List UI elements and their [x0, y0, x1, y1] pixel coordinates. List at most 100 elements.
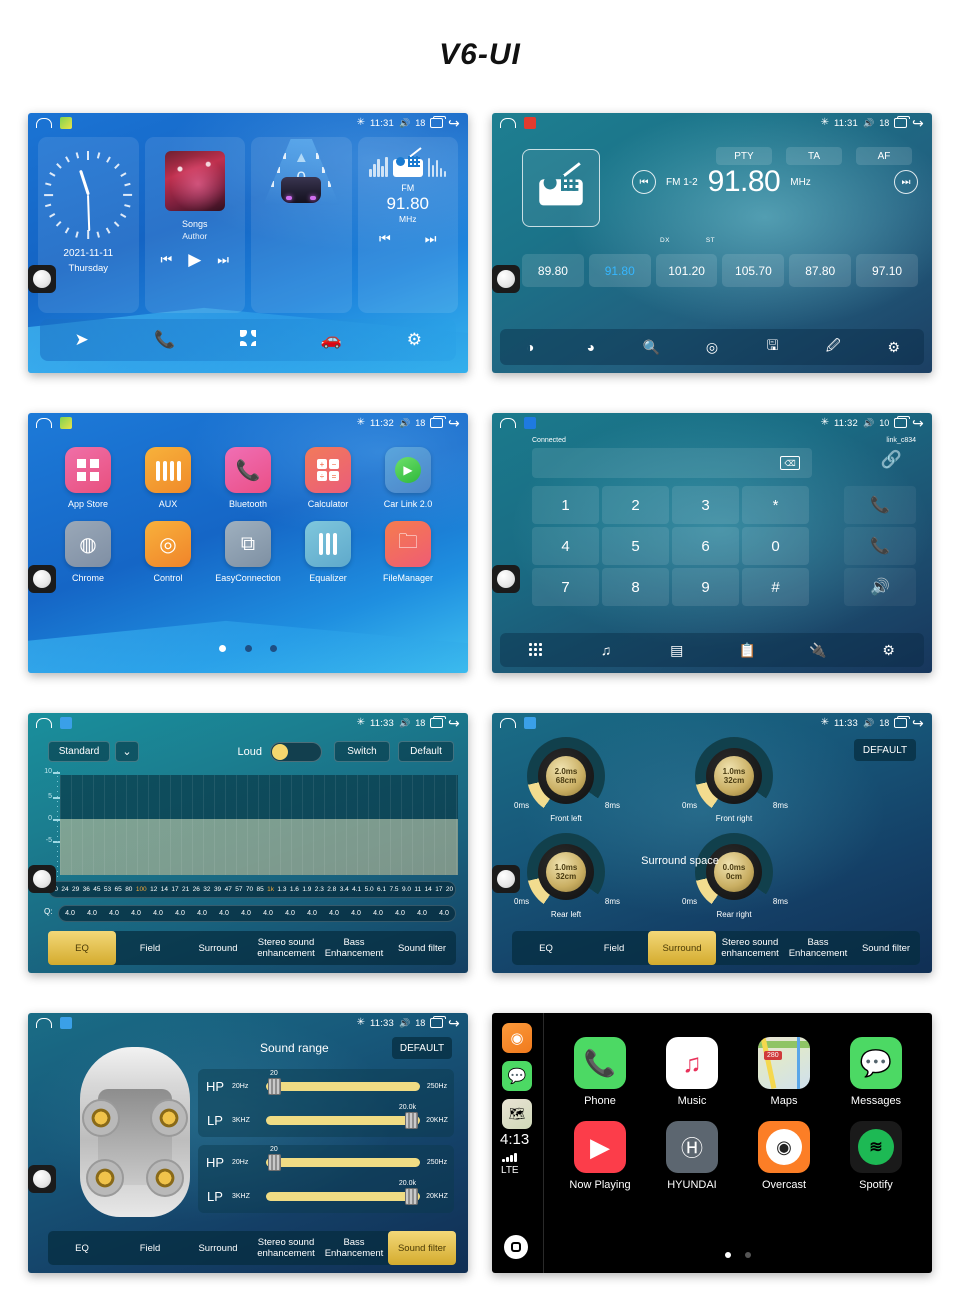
page-dot[interactable] [219, 645, 227, 652]
recents-icon[interactable] [430, 115, 447, 128]
tab-surround[interactable]: Surround [648, 931, 716, 965]
preset-select[interactable]: Standard [48, 741, 110, 762]
home-icon[interactable] [500, 418, 516, 428]
app-chrome[interactable]: ◍ Chrome [48, 521, 128, 583]
tab-eq[interactable]: EQ [512, 943, 580, 954]
settings-icon[interactable]: ⚙ [863, 339, 924, 356]
tab-sound-filter[interactable]: Sound filter [388, 1231, 456, 1265]
dock-settings-icon[interactable]: ⚙ [373, 330, 456, 350]
home-icon[interactable] [36, 1018, 52, 1028]
af-button[interactable]: AF [856, 147, 912, 165]
hardware-knob[interactable] [28, 1165, 56, 1193]
st-label[interactable]: ST [706, 237, 715, 244]
tab-field[interactable]: Field [116, 943, 184, 954]
carplay-app-messages[interactable]: 💬 Messages [830, 1037, 922, 1107]
key-9[interactable]: 9 [672, 568, 739, 606]
preset-6[interactable]: 97.10 [856, 254, 918, 287]
tab-eq[interactable]: EQ [48, 1243, 116, 1254]
home-icon[interactable] [36, 418, 52, 428]
key-4[interactable]: 4 [532, 527, 599, 565]
tab-bass-enhancement[interactable]: Bass Enhancement [320, 937, 388, 959]
recents-icon[interactable] [430, 715, 447, 728]
edit-icon[interactable]: 🖉 [803, 335, 864, 359]
app-badge-icon[interactable] [60, 417, 72, 429]
tab-stereo-sound-enhancement[interactable]: Stereo sound enhancement [252, 937, 320, 959]
hardware-knob[interactable] [492, 265, 520, 293]
key-8[interactable]: 8 [602, 568, 669, 606]
q-value-bar[interactable]: 4.0 4.0 4.0 4.0 4.0 4.0 4.0 4.0 4.0 4.0 … [58, 905, 456, 922]
hardware-knob[interactable] [28, 865, 56, 893]
hardware-knob[interactable] [28, 565, 56, 593]
back-icon[interactable]: ↩ [448, 415, 460, 431]
filter-slider[interactable]: 20.0k [266, 1180, 420, 1205]
filter-row-hp-front[interactable]: HP 20Hz 20 250Hz [198, 1069, 454, 1103]
screen-bluetooth[interactable]: ✳ 11:32 🔊 10 ↩ Connected link_c834 ⌫ 🔗 1… [492, 413, 932, 673]
play-icon[interactable]: ▶ [188, 250, 201, 270]
frequency-band-bar[interactable]: 20 24 29 36 45 53 65 80 100 12 14 17 21 … [48, 881, 456, 898]
slider-handle[interactable] [405, 1187, 418, 1205]
dx-label[interactable]: DX [660, 237, 670, 244]
back-icon[interactable]: ↩ [448, 115, 460, 131]
tab-bass-enhancement[interactable]: Bass Enhancement [784, 937, 852, 959]
next-track-icon[interactable]: ⏭ [217, 252, 229, 268]
filter-row-lp-front[interactable]: LP 3KHZ 20.0k 20KHZ [198, 1103, 454, 1137]
filter-row-hp-rear[interactable]: HP 20Hz 20 250Hz [198, 1145, 454, 1179]
equalizer-app-badge-icon[interactable] [524, 717, 536, 729]
recents-icon[interactable] [430, 415, 447, 428]
app-car-link[interactable]: ▶ Car Link 2.0 [368, 447, 448, 509]
screen-sound-filter[interactable]: ✳ 11:33 🔊 18 ↩ Sound range DEFAULT HP 20… [28, 1013, 468, 1273]
screen-radio[interactable]: ✳ 11:31 🔊 18 ↩ PTY TA AF ⏮ FM 1-2 91.80 … [492, 113, 932, 373]
preset-1[interactable]: 89.80 [522, 254, 584, 287]
tab-surround[interactable]: Surround [184, 1243, 252, 1254]
dialpad-icon[interactable] [500, 641, 571, 659]
save-icon[interactable]: 🖫 [742, 335, 803, 359]
app-app-store[interactable]: App Store [48, 447, 128, 509]
screen-equalizer[interactable]: ✳ 11:33 🔊 18 ↩ Standard ⌄ Loud Switch De… [28, 713, 468, 973]
widget-radio[interactable]: FM 91.80 MHz ⏮ ⏭ [357, 137, 458, 313]
back-icon[interactable]: ↩ [912, 715, 924, 731]
slider-handle[interactable] [268, 1077, 281, 1095]
page-dot[interactable] [724, 1252, 731, 1258]
tune-down-button[interactable]: ⏮ [632, 170, 656, 194]
bluetooth-app-badge-icon[interactable] [524, 417, 536, 429]
recents-icon[interactable] [430, 1015, 447, 1028]
filter-row-lp-rear[interactable]: LP 3KHZ 20.0k 20KHZ [198, 1179, 454, 1213]
default-button[interactable]: DEFAULT [854, 739, 916, 761]
home-icon[interactable] [36, 718, 52, 728]
tab-surround[interactable]: Surround [184, 943, 252, 954]
app-easyconnection[interactable]: ⧉ EasyConnection [208, 521, 288, 583]
preset-2[interactable]: 91.80 [588, 254, 651, 287]
overcast-mini-icon[interactable]: ◉ [502, 1023, 532, 1053]
call-log-icon[interactable]: 📋 [712, 642, 783, 659]
key-7[interactable]: 7 [532, 568, 599, 606]
tab-bass-enhancement[interactable]: Bass Enhancement [320, 1237, 388, 1259]
dial-input[interactable]: ⌫ [532, 448, 812, 478]
app-aux[interactable]: AUX [128, 447, 208, 509]
pty-button[interactable]: PTY [716, 147, 772, 165]
home-icon[interactable] [36, 118, 52, 128]
hardware-knob[interactable] [28, 265, 56, 293]
slider-handle[interactable] [268, 1153, 281, 1171]
back-icon[interactable]: ↩ [448, 1015, 460, 1031]
key-5[interactable]: 5 [602, 527, 669, 565]
carplay-app-maps[interactable]: 280 Maps [738, 1037, 830, 1107]
messages-mini-icon[interactable]: 💬 [502, 1061, 532, 1091]
search-icon[interactable]: 🔍 [621, 339, 682, 356]
dock-navigation-icon[interactable]: ➤ [40, 330, 123, 350]
pair-icon[interactable]: 🔌 [783, 642, 854, 659]
default-button[interactable]: DEFAULT [392, 1037, 452, 1059]
app-equalizer[interactable]: Equalizer [288, 521, 368, 583]
tab-eq[interactable]: EQ [48, 931, 116, 965]
preset-3[interactable]: 101.20 [655, 254, 718, 287]
call-end-icon[interactable]: 📞 [844, 527, 916, 565]
app-control[interactable]: ◎ Control [128, 521, 208, 583]
ta-button[interactable]: TA [786, 147, 842, 165]
link-icon[interactable]: 🔗 [881, 450, 902, 470]
tab-field[interactable]: Field [580, 943, 648, 954]
speaker-icon[interactable]: 🔊 [844, 568, 916, 606]
filter-slider[interactable]: 20 [266, 1070, 420, 1095]
key-hash[interactable]: # [742, 568, 809, 606]
preset-5[interactable]: 87.80 [789, 254, 852, 287]
default-button[interactable]: Default [398, 741, 454, 762]
dock-apps-icon[interactable] [206, 329, 289, 351]
